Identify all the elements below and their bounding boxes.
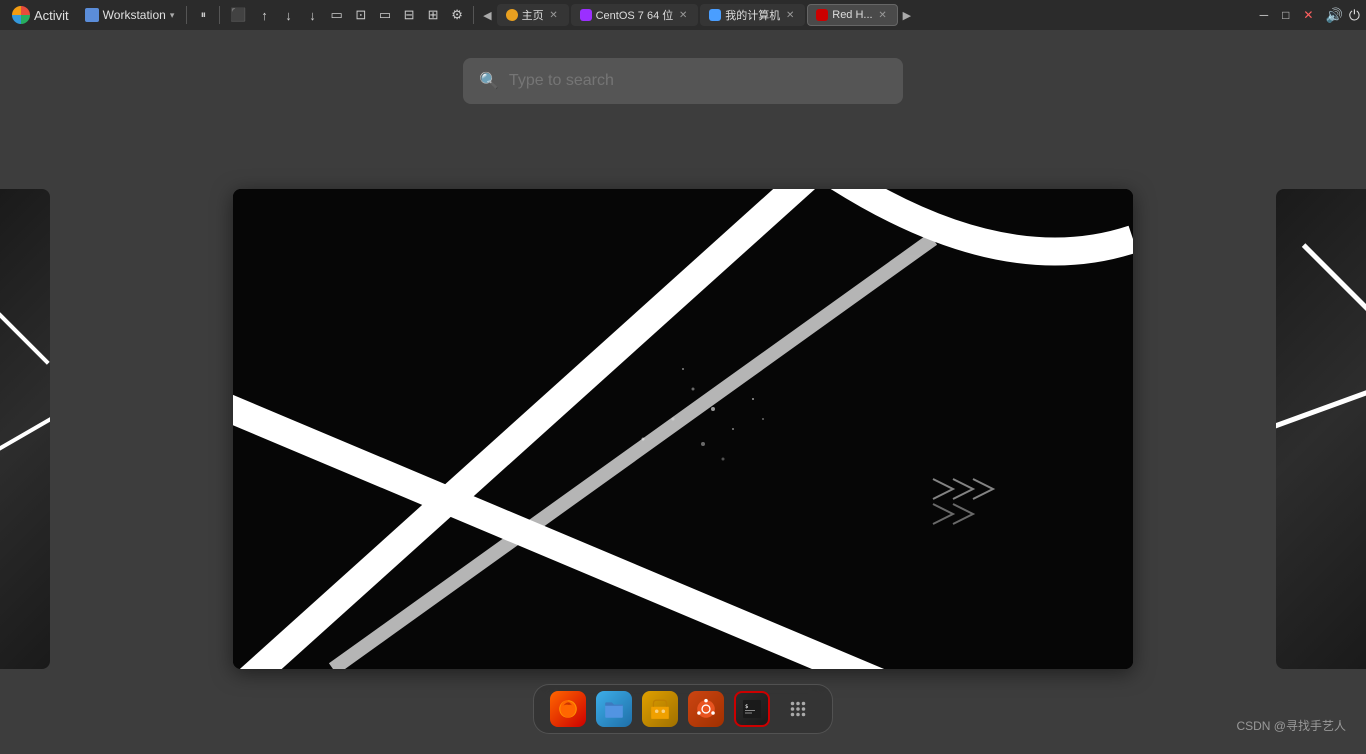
- activities-label: Activit: [34, 8, 69, 23]
- volume-icon[interactable]: 🔊: [1325, 7, 1342, 24]
- main-content: 🔍: [0, 30, 1366, 754]
- tab-home-icon: [506, 9, 518, 21]
- settings-button[interactable]: ⚙: [447, 5, 467, 25]
- dock-item-firefox[interactable]: [550, 691, 586, 727]
- monitor-button[interactable]: ⬛: [226, 5, 250, 25]
- search-icon: 🔍: [479, 71, 499, 91]
- tab-next-button[interactable]: ▶: [900, 7, 914, 24]
- files-icon: [603, 698, 625, 720]
- watermark: CSDN @寻找手艺人: [1236, 717, 1346, 734]
- thumbnail-main[interactable]: Rocky: [233, 189, 1133, 669]
- download-icon-2: ↓: [309, 8, 316, 23]
- thumbnail-right-partial[interactable]: [1276, 189, 1366, 669]
- workstation-icon: [85, 8, 99, 22]
- upload-button[interactable]: ↑: [255, 6, 275, 25]
- tab-redhat-close[interactable]: ✕: [877, 9, 889, 21]
- close-button[interactable]: ✕: [1299, 6, 1317, 24]
- activities-logo: [12, 6, 30, 24]
- chevron-down-icon: ▾: [170, 10, 175, 21]
- resize-button-1[interactable]: ▭: [327, 5, 347, 25]
- minimize-button[interactable]: ─: [1256, 6, 1273, 24]
- search-bar: 🔍: [463, 58, 903, 104]
- monitor-icon: ⬛: [230, 7, 246, 23]
- tabs-area: ◀ 主页 ✕ CentOS 7 64 位 ✕ 我的计算机 ✕ Red H... …: [480, 4, 1252, 26]
- system-tray: 🔊 ⏻: [1325, 7, 1360, 24]
- tab-centos-close[interactable]: ✕: [677, 9, 689, 21]
- resize-button-5[interactable]: ⊞: [423, 5, 443, 25]
- dock: $: [533, 684, 833, 734]
- tab-redhat-label: Red H...: [832, 9, 872, 21]
- watermark-text: CSDN @寻找手艺人: [1236, 719, 1346, 733]
- resize-icon-4: ⊟: [404, 7, 415, 23]
- tab-prev-button[interactable]: ◀: [480, 7, 494, 24]
- firefox-icon: [557, 698, 579, 720]
- tab-redhat-icon: [816, 9, 828, 21]
- workstation-button[interactable]: Workstation ▾: [79, 6, 181, 24]
- resize-icon-2: ⊡: [355, 7, 366, 23]
- download-icon-1: ↓: [285, 8, 292, 23]
- tab-centos[interactable]: CentOS 7 64 位 ✕: [571, 4, 699, 26]
- resize-button-3[interactable]: ▭: [375, 5, 395, 25]
- search-bar-wrapper: 🔍: [463, 58, 903, 104]
- tab-mypc-label: 我的计算机: [725, 7, 780, 23]
- dock-item-files[interactable]: [596, 691, 632, 727]
- tab-home-label: 主页: [522, 7, 544, 23]
- dock-item-terminal[interactable]: $: [734, 691, 770, 727]
- resize-icon-5: ⊞: [428, 7, 439, 23]
- toolbar-divider-3: [473, 6, 474, 24]
- maximize-button[interactable]: □: [1278, 6, 1293, 24]
- resize-icon-1: ▭: [331, 7, 343, 23]
- tab-home[interactable]: 主页 ✕: [497, 4, 569, 26]
- power-icon[interactable]: ⏻: [1349, 7, 1360, 24]
- tab-mypc[interactable]: 我的计算机 ✕: [700, 4, 805, 26]
- upload-icon: ↑: [261, 8, 268, 23]
- terminal-icon: $: [742, 699, 762, 719]
- rocky-wallpaper-svg: Rocky: [233, 189, 1133, 669]
- dock-item-ubuntu[interactable]: [688, 691, 724, 727]
- tab-home-close[interactable]: ✕: [548, 9, 560, 21]
- grid-icon: [787, 698, 809, 720]
- resize-button-4[interactable]: ⊟: [399, 5, 419, 25]
- dock-item-store[interactable]: [642, 691, 678, 727]
- activities-button[interactable]: Activit: [6, 4, 75, 26]
- window-controls: ─ □ ✕: [1256, 6, 1318, 24]
- thumbnail-left-partial[interactable]: [0, 189, 50, 669]
- pause-icon: ⏸: [201, 9, 207, 22]
- top-bar: Activit Workstation ▾ ⏸ ⬛ ↑ ↓ ↓ ▭ ⊡ ▭ ⊟ …: [0, 0, 1366, 30]
- workstation-label: Workstation: [103, 8, 166, 22]
- tab-mypc-icon: [709, 9, 721, 21]
- pause-button[interactable]: ⏸: [193, 7, 213, 24]
- rocky-wallpaper: Rocky: [233, 189, 1133, 669]
- tab-centos-label: CentOS 7 64 位: [596, 7, 674, 23]
- ubuntu-icon: [695, 698, 717, 720]
- search-input[interactable]: [509, 72, 887, 90]
- store-icon: [649, 698, 671, 720]
- toolbar-divider-1: [186, 6, 187, 24]
- thumbnails-area: Rocky: [0, 104, 1366, 754]
- tab-centos-icon: [580, 9, 592, 21]
- toolbar-divider-2: [219, 6, 220, 24]
- download-button-2[interactable]: ↓: [303, 6, 323, 25]
- settings-icon: ⚙: [451, 7, 463, 23]
- resize-icon-3: ▭: [379, 7, 391, 23]
- tab-mypc-close[interactable]: ✕: [784, 9, 796, 21]
- resize-button-2[interactable]: ⊡: [351, 5, 371, 25]
- dock-item-grid[interactable]: [780, 691, 816, 727]
- download-button-1[interactable]: ↓: [279, 6, 299, 25]
- tab-redhat[interactable]: Red H... ✕: [807, 4, 897, 26]
